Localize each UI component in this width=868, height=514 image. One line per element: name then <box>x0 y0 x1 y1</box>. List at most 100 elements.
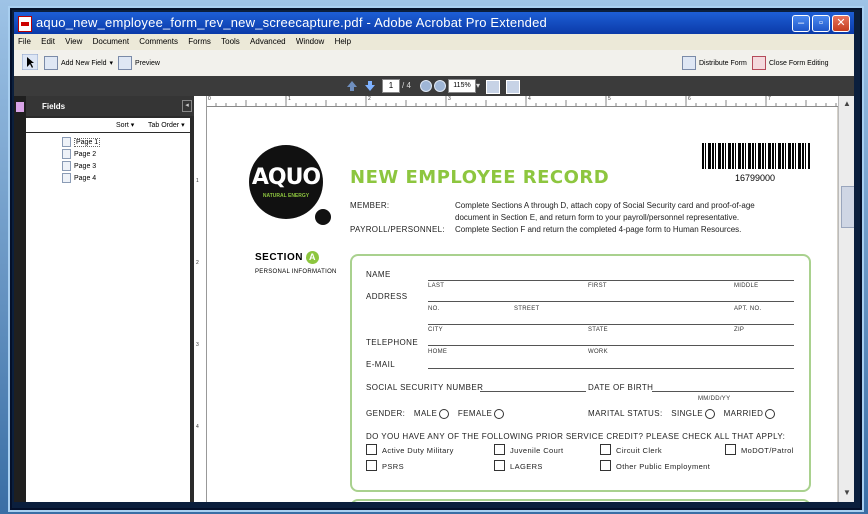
tree-item-label: Page 1 <box>74 137 101 147</box>
page-total: / 4 <box>402 81 411 90</box>
collapse-panel-icon[interactable]: ◂ <box>182 100 192 112</box>
menu-edit[interactable]: Edit <box>37 34 59 46</box>
single-label: SINGLE <box>671 409 703 419</box>
lagers-checkbox[interactable] <box>494 460 505 471</box>
page-number-input[interactable]: 1 <box>382 79 400 93</box>
circuit-clerk-checkbox[interactable] <box>600 444 611 455</box>
male-label: MALE <box>413 409 438 419</box>
female-radio[interactable] <box>494 409 505 419</box>
fields-panel-header: Fields ◂ <box>26 96 194 116</box>
fields-tab-icon[interactable] <box>16 102 24 112</box>
close-form-editing-button[interactable]: Close Form Editing <box>752 56 829 70</box>
scroll-up-icon[interactable]: ▲ <box>842 99 852 109</box>
gender-label: GENDER: <box>366 409 406 419</box>
tree-item-page-4[interactable]: Page 4 <box>62 173 96 183</box>
distribute-icon <box>682 56 696 70</box>
menu-file[interactable]: File <box>14 34 35 46</box>
scroll-down-icon[interactable]: ▼ <box>842 488 852 498</box>
ruler-label: 4 <box>528 96 532 102</box>
menu-forms[interactable]: Forms <box>184 34 215 46</box>
tree-item-page-1[interactable]: Page 1 <box>62 137 101 147</box>
menu-comments[interactable]: Comments <box>135 34 182 46</box>
distribute-form-button[interactable]: Distribute Form <box>682 56 747 70</box>
city-state-zip-field[interactable] <box>428 324 794 325</box>
page-icon <box>62 161 71 171</box>
minimize-button[interactable]: – <box>792 15 810 32</box>
logo-tail <box>315 209 331 225</box>
telephone-field[interactable] <box>428 345 794 346</box>
fit-page-icon[interactable] <box>506 80 520 94</box>
telephone-label: TELEPHONE <box>366 338 419 347</box>
menu-help[interactable]: Help <box>331 34 355 46</box>
psrs-label: PSRS <box>382 462 405 471</box>
name-field[interactable] <box>428 280 794 281</box>
psrs-checkbox[interactable] <box>366 460 377 471</box>
zoom-dropdown-icon[interactable]: ▾ <box>476 81 480 90</box>
preview-button[interactable]: Preview <box>118 56 160 70</box>
vertical-scrollbar[interactable]: ▲ ▼ <box>838 96 854 502</box>
address-no-caption: NO. <box>428 306 440 312</box>
menu-advanced[interactable]: Advanced <box>246 34 290 46</box>
preview-icon <box>118 56 132 70</box>
zoom-level-select[interactable]: 115% <box>448 79 476 93</box>
menu-bar: File Edit View Document Comments Forms T… <box>14 34 854 50</box>
dropdown-arrow-icon: ▾ <box>109 60 114 67</box>
zoom-out-icon[interactable] <box>420 80 432 92</box>
panel-strip <box>14 96 26 502</box>
apt-caption: APT. NO. <box>734 306 762 312</box>
payroll-instructions: Complete Section F and return the comple… <box>455 225 742 234</box>
menu-document[interactable]: Document <box>89 34 133 46</box>
juvenile-court-checkbox[interactable] <box>494 444 505 455</box>
page-icon <box>62 149 71 159</box>
ruler-label: 2 <box>368 96 372 102</box>
ruler-label: 5 <box>608 96 612 102</box>
sort-menu[interactable]: Sort ▾ <box>116 121 134 129</box>
tab-order-label: Tab Order <box>148 122 180 129</box>
ruler-ticks <box>206 96 837 106</box>
street-caption: STREET <box>514 306 540 312</box>
sort-label: Sort <box>116 122 129 129</box>
dob-field[interactable] <box>652 391 794 392</box>
male-radio[interactable] <box>439 409 450 419</box>
fit-width-icon[interactable] <box>486 80 500 94</box>
tab-order-menu[interactable]: Tab Order ▾ <box>148 121 185 129</box>
cursor-arrow-icon <box>22 54 38 70</box>
active-duty-checkbox[interactable] <box>366 444 377 455</box>
menu-window[interactable]: Window <box>292 34 328 46</box>
tree-item-page-3[interactable]: Page 3 <box>62 161 96 171</box>
previous-page-icon[interactable] <box>346 80 358 92</box>
single-radio[interactable] <box>704 409 715 419</box>
email-label: E-MAIL <box>366 360 396 369</box>
address-field[interactable] <box>428 301 794 302</box>
tree-item-label: Page 4 <box>74 174 97 182</box>
other-public-employment-checkbox[interactable] <box>600 460 611 471</box>
next-section-box <box>350 499 811 502</box>
zoom-in-icon[interactable] <box>434 80 446 92</box>
prior-service-question: DO YOU HAVE ANY OF THE FOLLOWING PRIOR S… <box>366 432 786 441</box>
married-radio[interactable] <box>765 409 776 419</box>
home-phone-caption: HOME <box>428 349 448 355</box>
add-new-field-button[interactable]: Add New Field ▾ <box>44 56 113 70</box>
add-new-field-label: Add New Field <box>61 59 107 67</box>
ssn-field[interactable] <box>480 391 586 392</box>
member-instructions-line2: document in Section E, and return form t… <box>455 213 740 222</box>
menu-tools[interactable]: Tools <box>217 34 244 46</box>
modot-patrol-checkbox[interactable] <box>725 444 736 455</box>
ruler-label: 7 <box>768 96 772 102</box>
distribute-form-label: Distribute Form <box>699 59 747 67</box>
menu-view[interactable]: View <box>61 34 86 46</box>
female-label: FEMALE <box>457 409 493 419</box>
juvenile-court-label: Juvenile Court <box>510 446 564 455</box>
fields-tree: Page 1 Page 2 Page 3 Page 4 <box>26 133 190 502</box>
close-button[interactable]: ✕ <box>832 15 850 32</box>
select-tool-button[interactable] <box>22 54 38 70</box>
lagers-label: LAGERS <box>510 462 543 471</box>
ruler-label: 3 <box>448 96 452 102</box>
scroll-thumb[interactable] <box>841 186 854 228</box>
email-field[interactable] <box>428 368 794 369</box>
tree-item-page-2[interactable]: Page 2 <box>62 149 96 159</box>
title-bar[interactable]: aquo_new_employee_form_rev_new_screecapt… <box>14 12 854 34</box>
next-page-icon[interactable] <box>364 80 376 92</box>
state-caption: STATE <box>588 327 608 333</box>
maximize-button[interactable]: ▫ <box>812 15 830 32</box>
